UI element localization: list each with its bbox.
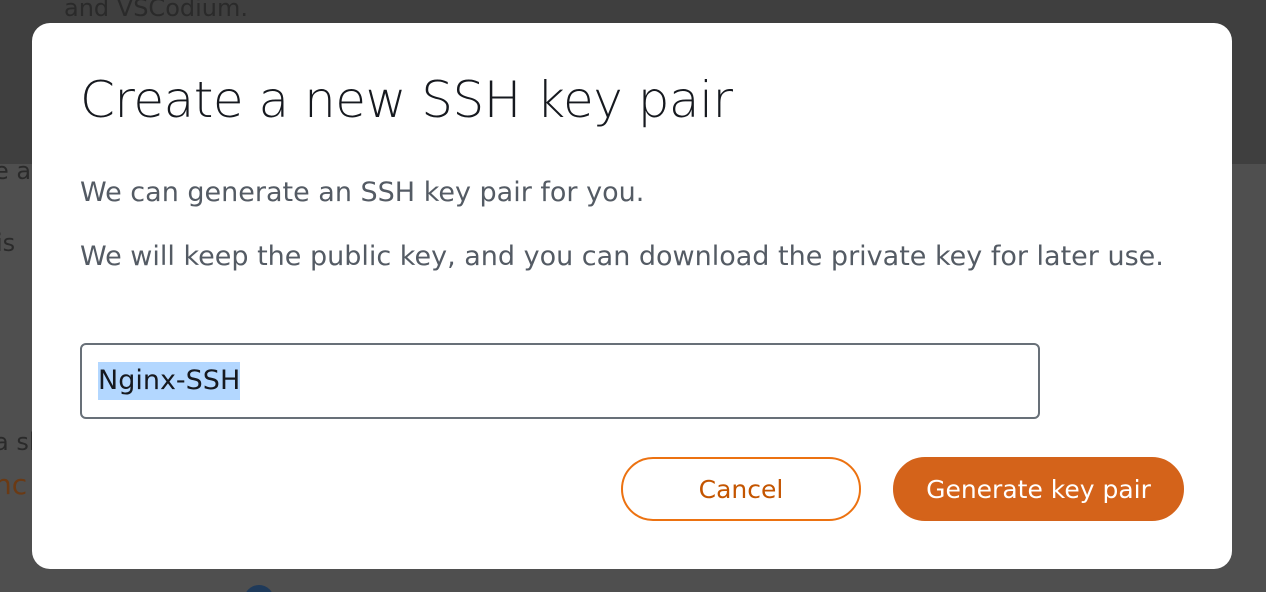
page: and VSCodium. e a is a sl nc Create a ne… (0, 0, 1266, 592)
modal-title: Create a new SSH key pair (80, 71, 733, 129)
modal-description-1: We can generate an SSH key pair for you. (80, 177, 645, 208)
background-text-top: and VSCodium. (64, 0, 248, 22)
key-pair-name-value: Nginx-SSH (98, 362, 241, 400)
generate-key-pair-button[interactable]: Generate key pair (893, 457, 1184, 521)
cancel-button[interactable]: Cancel (621, 457, 861, 521)
modal-description-2: We will keep the public key, and you can… (80, 241, 1164, 272)
background-text-fragment: a sl (0, 428, 36, 456)
key-pair-name-input[interactable]: Nginx-SSH (80, 343, 1040, 419)
background-text-fragment: is (0, 229, 16, 257)
create-ssh-key-modal: Create a new SSH key pair We can generat… (32, 23, 1232, 569)
background-text-fragment: e a (0, 157, 32, 185)
background-link-fragment: nc (0, 468, 28, 501)
